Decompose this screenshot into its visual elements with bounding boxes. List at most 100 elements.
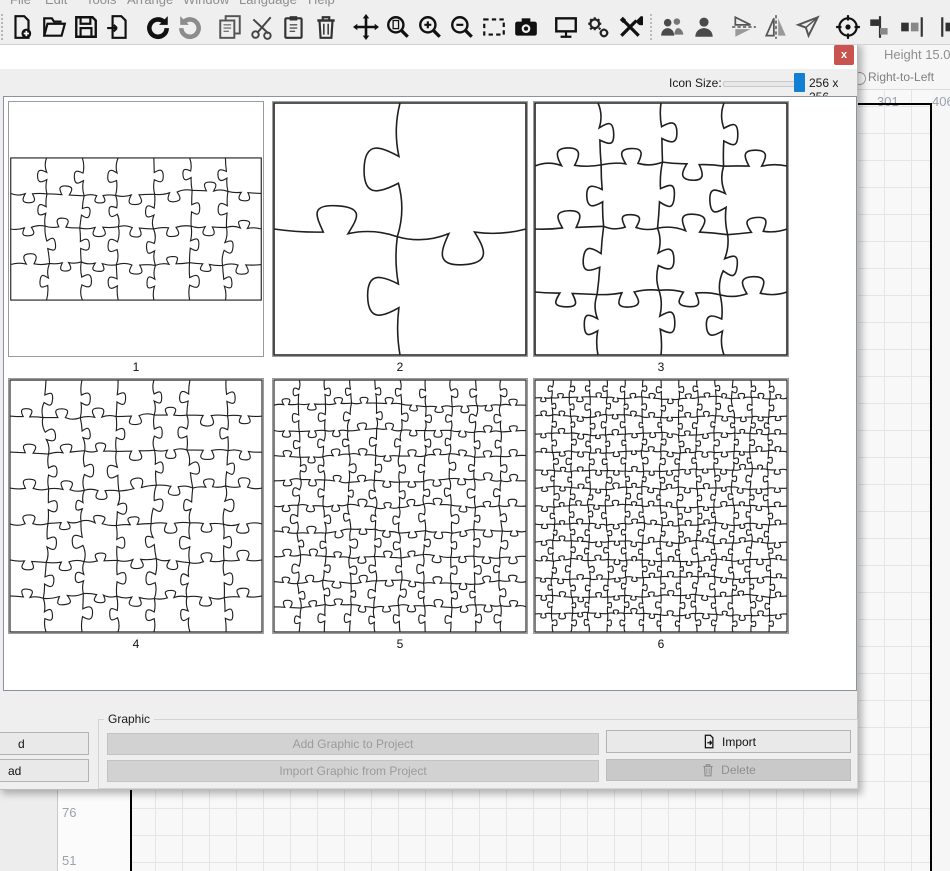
vertical-ruler-label: 76: [62, 805, 76, 820]
height-value-label: Height 15.00: [884, 47, 950, 62]
camera-icon: [513, 14, 539, 40]
import-graphic-from-project-button[interactable]: Import Graphic from Project: [107, 760, 599, 782]
puzzle-graphic: [534, 102, 788, 356]
settings-gears-icon: [585, 14, 611, 40]
icon-size-label: Icon Size:: [669, 76, 722, 90]
menu-help[interactable]: Help: [308, 0, 335, 7]
toolbar-button-paste[interactable]: [281, 13, 307, 40]
toolbar-button-zoom-out[interactable]: [449, 13, 475, 40]
toolbar-button-file-import[interactable]: [105, 13, 131, 40]
flip-vertical-icon: [731, 14, 757, 40]
import-button-label: Import: [722, 735, 756, 749]
icon-size-slider-handle[interactable]: [794, 73, 805, 92]
folder-open-icon: [41, 14, 67, 40]
save-icon: [73, 14, 99, 40]
toolbar-button-save[interactable]: [73, 13, 99, 40]
horizontal-ruler-label: 301: [877, 94, 899, 109]
toolbar-button-move[interactable]: [353, 13, 379, 40]
file-import-icon: [105, 14, 131, 40]
gallery-item-4[interactable]: [8, 378, 264, 634]
gallery-item-label: 2: [272, 360, 528, 374]
toolbar-button-user[interactable]: [691, 13, 717, 40]
gallery-item-5[interactable]: [272, 378, 528, 634]
toolbar-button-marquee[interactable]: [481, 13, 507, 40]
toolbar: [0, 9, 950, 45]
gallery-item-3[interactable]: [533, 101, 789, 357]
menu-edit[interactable]: Edit: [45, 0, 67, 7]
dialog-titlebar: [0, 42, 857, 69]
zoom-in-icon: [417, 14, 443, 40]
toolbar-button-monitor[interactable]: [553, 13, 579, 40]
user-icon: [691, 14, 717, 40]
align-horizontal-icon: [867, 14, 893, 40]
redo-icon: [177, 14, 203, 40]
marquee-icon: [481, 14, 507, 40]
file-new-icon: [9, 14, 35, 40]
group-users-icon: [659, 14, 685, 40]
paste-icon: [281, 14, 307, 40]
toolbar-button-zoom-page[interactable]: [385, 13, 411, 40]
toolbar-button-redo[interactable]: [177, 13, 203, 40]
graphics-library-dialog: x Icon Size: 256 x 256 123456 dad Graphi…: [0, 41, 858, 790]
puzzle-graphic: [534, 379, 788, 633]
toolbar-button-tools-wrench[interactable]: [617, 13, 643, 40]
tools-wrench-icon: [617, 14, 643, 40]
menu-language[interactable]: Language: [239, 0, 297, 7]
toolbar-button-align-horizontal[interactable]: [867, 13, 893, 40]
monitor-icon: [553, 14, 579, 40]
align-boxes-icon: [899, 14, 925, 40]
import-button[interactable]: Import: [606, 730, 851, 753]
gallery-item-1[interactable]: [8, 101, 264, 357]
menu-file[interactable]: File: [10, 0, 31, 7]
graphic-groupbox-title: Graphic: [104, 712, 154, 726]
target-center-icon: [835, 14, 861, 40]
toolbar-button-cut[interactable]: [249, 13, 275, 40]
add-graphic-to-project-button[interactable]: Add Graphic to Project: [107, 733, 599, 755]
toolbar-button-flip-horizontal[interactable]: [763, 13, 789, 40]
toolbar-button-zoom-in[interactable]: [417, 13, 443, 40]
mat-right-border: [930, 103, 932, 871]
import-icon: [701, 734, 716, 749]
icon-size-slider-track[interactable]: [723, 81, 803, 87]
toolbar-button-flip-vertical[interactable]: [731, 13, 757, 40]
toolbar-button-align-boxes[interactable]: [899, 13, 925, 40]
gallery-item-6[interactable]: [533, 378, 789, 634]
close-button[interactable]: x: [834, 45, 854, 65]
toolbar-button-folder-open[interactable]: [41, 13, 67, 40]
menu-window[interactable]: Window: [183, 0, 229, 7]
puzzle-graphic: [273, 379, 527, 633]
toolbar-grip[interactable]: [1, 14, 3, 40]
toolbar-button-camera[interactable]: [513, 13, 539, 40]
delete-icon: [701, 763, 715, 777]
left-panel-button[interactable]: d: [0, 732, 89, 755]
toolbar-button-skew[interactable]: [795, 13, 821, 40]
graphics-gallery: 123456: [3, 96, 857, 691]
distribute-horizontal-icon: [939, 14, 950, 40]
menu-arrange[interactable]: Arrange: [127, 0, 173, 7]
toolbar-separator: [650, 14, 652, 40]
toolbar-button-distribute-horizontal[interactable]: [939, 13, 950, 40]
menu-bar: File Edit Tools Arrange Window Language Help: [0, 0, 950, 9]
side-panel: Height 15.00 Right-to-Left: [858, 44, 950, 90]
puzzle-graphic: [9, 157, 263, 301]
copy-icon: [217, 14, 243, 40]
skew-icon: [795, 14, 821, 40]
gallery-item-2[interactable]: [272, 101, 528, 357]
left-panel-button[interactable]: ad: [0, 759, 89, 782]
delete-button-label: Delete: [721, 763, 756, 777]
horizontal-ruler-label: 406: [932, 94, 950, 109]
toolbar-button-group-users[interactable]: [659, 13, 685, 40]
cut-icon: [249, 14, 275, 40]
graphic-groupbox: Graphic Add Graphic to Project Import Gr…: [98, 719, 858, 789]
zoom-out-icon: [449, 14, 475, 40]
flip-horizontal-icon: [763, 14, 789, 40]
toolbar-button-settings-gears[interactable]: [585, 13, 611, 40]
toolbar-button-file-new[interactable]: [9, 13, 35, 40]
toolbar-button-undo[interactable]: [145, 13, 171, 40]
toolbar-button-trash[interactable]: [313, 13, 339, 40]
delete-button[interactable]: Delete: [606, 759, 851, 781]
toolbar-button-target-center[interactable]: [835, 13, 861, 40]
menu-tools[interactable]: Tools: [86, 0, 116, 7]
trash-icon: [313, 14, 339, 40]
toolbar-button-copy[interactable]: [217, 13, 243, 40]
